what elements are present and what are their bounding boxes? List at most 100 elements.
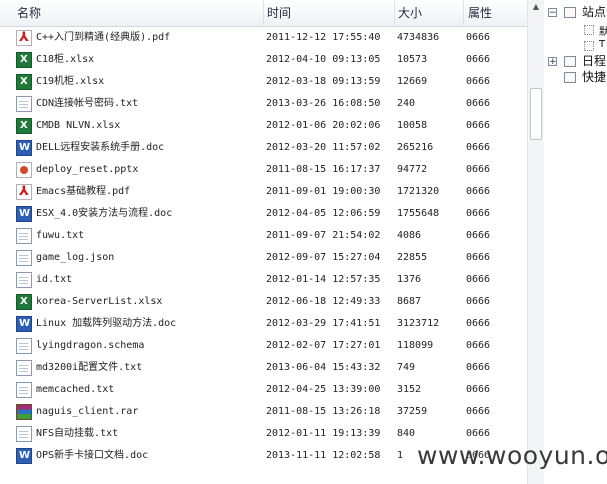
column-header-time[interactable]: 时间 (264, 0, 395, 26)
file-attr: 0666 (466, 362, 491, 373)
file-name: C++入门到精通(经典版).pdf (36, 32, 171, 43)
file-attr: 0666 (466, 252, 491, 263)
file-attr: 0666 (466, 120, 491, 131)
file-name: OPS新手卡接口文档.doc (36, 450, 149, 461)
file-name: id.txt (36, 274, 73, 285)
site-icon (584, 25, 594, 35)
file-size: 749 (397, 362, 416, 373)
file-attr: 0666 (466, 384, 491, 395)
tree-node-site-2[interactable]: T (599, 39, 605, 50)
collapse-toggle-icon[interactable]: − (548, 8, 557, 18)
file-attr: 0666 (466, 186, 491, 197)
txt-icon (16, 360, 32, 376)
file-name: korea-ServerList.xlsx (36, 296, 163, 307)
pptx-icon (16, 162, 32, 178)
file-size: 10573 (397, 54, 428, 65)
file-attr: 0666 (466, 318, 491, 329)
file-row[interactable]: ESX_4.0安装方法与流程.doc 2012-04-05 12:06:59 175… (0, 203, 527, 225)
file-row[interactable]: C++入门到精通(经典版).pdf 2011-12-12 17:55:40 4734… (0, 27, 527, 49)
file-attr: 0666 (466, 32, 491, 43)
tree-node-sites[interactable]: 站点 (582, 4, 606, 20)
file-attr: 0666 (466, 340, 491, 351)
file-time: 2013-11-11 12:02:58 (266, 450, 381, 461)
file-size: 1376 (397, 274, 422, 285)
file-name: game_log.json (36, 252, 115, 263)
file-name: ESX_4.0安装方法与流程.doc (36, 208, 173, 219)
txt-icon (16, 426, 32, 442)
file-name: deploy_reset.pptx (36, 164, 139, 175)
xlsx-icon (16, 71, 32, 93)
file-time: 2011-08-15 16:17:37 (266, 164, 381, 175)
tree-node-shortcuts[interactable]: 快捷 (582, 69, 606, 85)
file-name: Emacs基础教程.pdf (36, 186, 131, 197)
file-size: 3152 (397, 384, 422, 395)
file-row[interactable]: CDN连接帐号密码.txt 2013-03-26 16:08:50 240 0666 (0, 93, 527, 115)
column-header-name[interactable]: 名称 (0, 0, 264, 26)
file-attr: 0666 (466, 76, 491, 87)
file-attr: 0666 (466, 164, 491, 175)
file-size: 1 (397, 450, 404, 461)
column-header-attr[interactable]: 属性 (464, 0, 527, 26)
file-size: 22855 (397, 252, 428, 263)
scrollbar-thumb[interactable] (530, 88, 542, 140)
file-row[interactable]: korea-ServerList.xlsx 2012-06-18 12:49:33… (0, 291, 527, 313)
file-row[interactable]: naguis_client.rar 2011-08-15 13:26:18 3725… (0, 401, 527, 423)
txt-icon (16, 228, 32, 244)
file-time: 2012-09-07 15:27:04 (266, 252, 381, 263)
file-time: 2012-03-20 11:57:02 (266, 142, 381, 153)
file-size: 3123712 (397, 318, 440, 329)
file-attr: 0666 (466, 54, 491, 65)
file-size: 240 (397, 98, 416, 109)
file-time: 2012-03-18 09:13:59 (266, 76, 381, 87)
file-row[interactable]: deploy_reset.pptx 2011-08-15 16:17:37 9477… (0, 159, 527, 181)
xlsx-icon (16, 291, 32, 313)
file-name: CDN连接帐号密码.txt (36, 98, 139, 109)
folder-icon (564, 7, 576, 18)
file-time: 2013-06-04 15:43:32 (266, 362, 381, 373)
file-row[interactable]: memcached.txt 2012-04-25 13:39:00 3152 0666 (0, 379, 527, 401)
file-row[interactable]: C18柜.xlsx 2012-04-10 09:13:05 10573 0666 (0, 49, 527, 71)
file-row[interactable]: game_log.json 2012-09-07 15:27:04 22855 066… (0, 247, 527, 269)
file-size: 4734836 (397, 32, 440, 43)
file-row[interactable]: Emacs基础教程.pdf 2011-09-01 19:00:30 1721320 0… (0, 181, 527, 203)
file-attr: 0666 (466, 98, 491, 109)
doc-icon (16, 445, 32, 467)
file-size: 1755648 (397, 208, 440, 219)
file-name: fuwu.txt (36, 230, 85, 241)
file-row[interactable]: fuwu.txt 2011-09-07 21:54:02 4086 0666 (0, 225, 527, 247)
file-time: 2012-04-10 09:13:05 (266, 54, 381, 65)
file-size: 118099 (397, 340, 434, 351)
file-size: 840 (397, 428, 416, 439)
column-header-bar: 名称 时间 大小 属性 (0, 0, 527, 27)
doc-icon (16, 203, 32, 225)
file-attr: 0666 (466, 230, 491, 241)
shortcut-icon (564, 72, 576, 83)
column-header-size[interactable]: 大小 (395, 0, 464, 26)
file-time: 2011-09-07 21:54:02 (266, 230, 381, 241)
file-time: 2011-08-15 13:26:18 (266, 406, 381, 417)
scroll-up-arrow-icon[interactable]: ▲ (532, 2, 540, 11)
txt-icon (16, 272, 32, 288)
file-row[interactable]: CMDB NLVN.xlsx 2012-01-06 20:02:06 10058 06… (0, 115, 527, 137)
tree-node-schedule[interactable]: 日程 (582, 53, 606, 69)
file-attr: 0666 (466, 274, 491, 285)
calendar-icon (564, 56, 576, 67)
tree-node-site-1[interactable]: 默 (599, 23, 607, 38)
pdf-icon (16, 27, 32, 49)
file-row[interactable]: DELL远程安装系统手册.doc 2012-03-20 11:57:02 26521… (0, 137, 527, 159)
file-time: 2012-04-25 13:39:00 (266, 384, 381, 395)
file-time: 2012-01-06 20:02:06 (266, 120, 381, 131)
file-row[interactable]: id.txt 2012-01-14 12:57:35 1376 0666 (0, 269, 527, 291)
file-row[interactable]: Linux 加载阵列驱动方法.doc 2012-03-29 17:41:51 312… (0, 313, 527, 335)
site-icon (584, 41, 594, 51)
file-row[interactable]: md3200i配置文件.txt 2013-06-04 15:43:32 749 066… (0, 357, 527, 379)
vertical-scrollbar[interactable]: ▲ (527, 0, 544, 484)
file-size: 265216 (397, 142, 434, 153)
file-row[interactable]: C19机柜.xlsx 2012-03-18 09:13:59 12669 0666 (0, 71, 527, 93)
file-time: 2012-03-29 17:41:51 (266, 318, 381, 329)
expand-toggle-icon[interactable]: + (548, 57, 557, 67)
pdf-icon (16, 181, 32, 203)
file-name: md3200i配置文件.txt (36, 362, 143, 373)
file-name: CMDB NLVN.xlsx (36, 120, 121, 131)
file-row[interactable]: lyingdragon.schema 2012-02-07 17:27:01 118… (0, 335, 527, 357)
